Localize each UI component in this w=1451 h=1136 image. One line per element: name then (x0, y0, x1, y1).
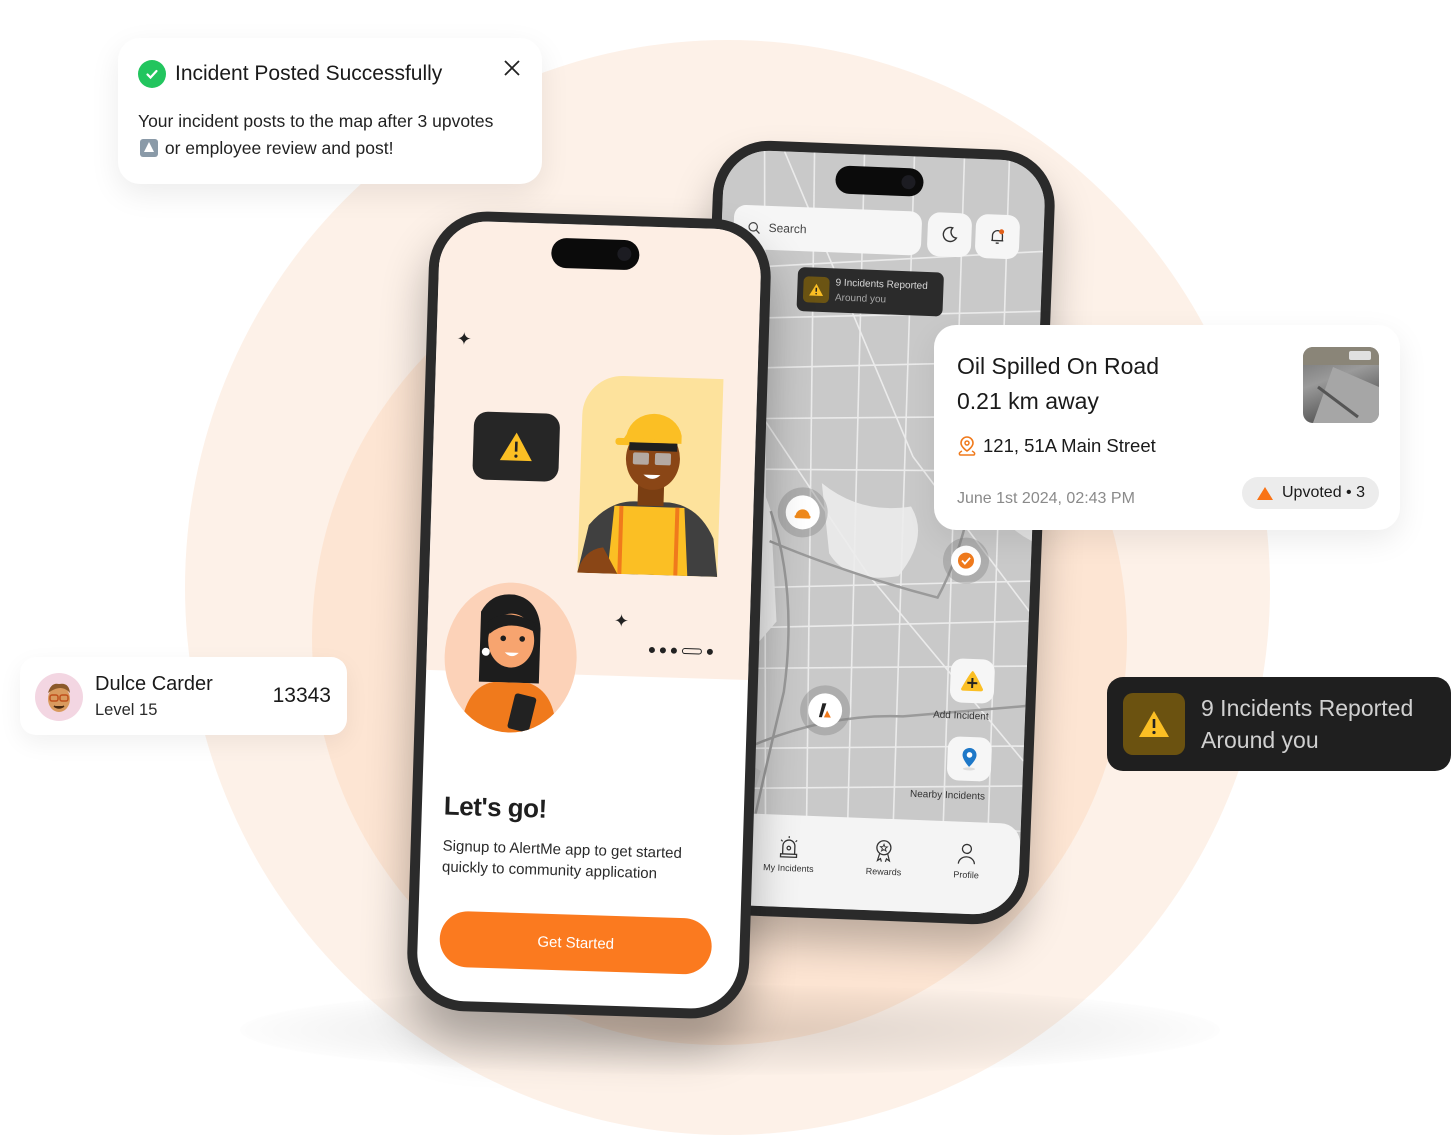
page-dot[interactable] (648, 646, 656, 654)
incident-datetime: June 1st 2024, 02:43 PM (957, 490, 1135, 507)
upvote-triangle-icon (1257, 486, 1273, 500)
user-score-card[interactable]: Dulce Carder Level 15 13343 (20, 657, 347, 735)
search-placeholder: Search (768, 220, 807, 237)
incident-title: Oil Spilled On Road (957, 353, 1159, 379)
upvote-button[interactable]: Upvoted • 3 (1242, 477, 1379, 509)
siren-icon (780, 836, 798, 859)
page-dot[interactable] (659, 647, 667, 654)
address-text: 121, 51A Main Street (983, 435, 1156, 456)
warning-icon (1123, 693, 1185, 755)
page-dot[interactable] (706, 648, 713, 655)
page-dot-active[interactable] (681, 647, 703, 655)
incident-card[interactable]: Oil Spilled On Road 0.21 km away 121, 51… (934, 325, 1400, 530)
upvote-icon (140, 139, 158, 157)
dynamic-island (834, 165, 925, 197)
toast-message-part1: Your incident posts to the map after 3 u… (138, 111, 494, 131)
avatar (35, 673, 83, 721)
incident-distance: 0.21 km away (957, 388, 1099, 414)
location-pin-icon (962, 747, 977, 771)
warning-icon (499, 432, 532, 462)
dynamic-island (550, 237, 640, 271)
toast-title: Incident Posted Successfully (175, 62, 443, 85)
nav-my-incidents[interactable]: My Incidents (763, 834, 815, 874)
badge-icon (876, 840, 893, 863)
alert-line2: Around you (1201, 727, 1319, 753)
bell-icon (991, 229, 1005, 244)
camera-icon (901, 174, 916, 190)
incidents-reported-card[interactable]: 9 Incidents Reported Around you (1107, 677, 1451, 771)
toast-message-part2: or employee review and post! (164, 138, 394, 158)
get-started-button[interactable]: Get Started (438, 910, 713, 976)
onboarding-phone: ✦ ✦ Let's go! Signup to AlertMe app to g… (405, 209, 773, 1021)
toast-message: Your incident posts to the map after 3 u… (138, 108, 520, 162)
dark-mode-button[interactable] (926, 211, 973, 258)
profile-icon (957, 843, 976, 865)
user-location-icon (818, 703, 831, 718)
user-name: Dulce Carder (95, 673, 213, 695)
warning-icon (802, 276, 830, 304)
warning-bubble (472, 411, 561, 482)
camera-icon (617, 246, 632, 262)
incident-photo[interactable] (1303, 347, 1379, 423)
onboarding-title: Let's go! (443, 790, 548, 824)
moon-icon (942, 226, 958, 243)
incident-address: 121, 51A Main Street (957, 435, 1156, 457)
upvote-label: Upvoted • 3 (1282, 484, 1365, 501)
nav-label: Profile (953, 869, 980, 881)
location-icon (958, 436, 976, 456)
onboarding-subtitle: Signup to AlertMe app to get started qui… (441, 837, 683, 883)
add-incident-label: Add Incident (932, 709, 989, 723)
close-icon[interactable] (502, 58, 522, 78)
worker-illustration (577, 374, 724, 578)
nav-label: Rewards (865, 866, 902, 878)
sparkle-icon: ✦ (456, 328, 473, 350)
user-score: 13343 (272, 684, 331, 707)
notifications-button[interactable] (974, 213, 1021, 260)
verified-badge-icon (957, 552, 974, 569)
onboarding-screen: ✦ ✦ Let's go! Signup to AlertMe app to g… (415, 220, 763, 1010)
check-circle-icon (138, 60, 166, 88)
user-level: Level 15 (95, 701, 158, 719)
nav-rewards[interactable]: Rewards (866, 838, 903, 877)
incidents-around-banner[interactable]: 9 Incidents Reported Around you (796, 267, 945, 317)
alert-line1: 9 Incidents Reported (1201, 695, 1414, 721)
add-incident-button[interactable] (949, 658, 996, 704)
incident-heading: Oil Spilled On Road 0.21 km away (957, 349, 1159, 419)
nav-profile[interactable]: Profile (953, 841, 980, 880)
nearby-incidents-button[interactable] (946, 736, 993, 782)
incident-posted-toast: Incident Posted Successfully Your incide… (118, 38, 542, 184)
nav-label: My Incidents (762, 862, 814, 875)
page-dot[interactable] (670, 647, 678, 654)
helmet-icon (794, 509, 811, 519)
add-incident-icon (961, 671, 984, 692)
sparkle-icon: ✦ (613, 610, 630, 632)
